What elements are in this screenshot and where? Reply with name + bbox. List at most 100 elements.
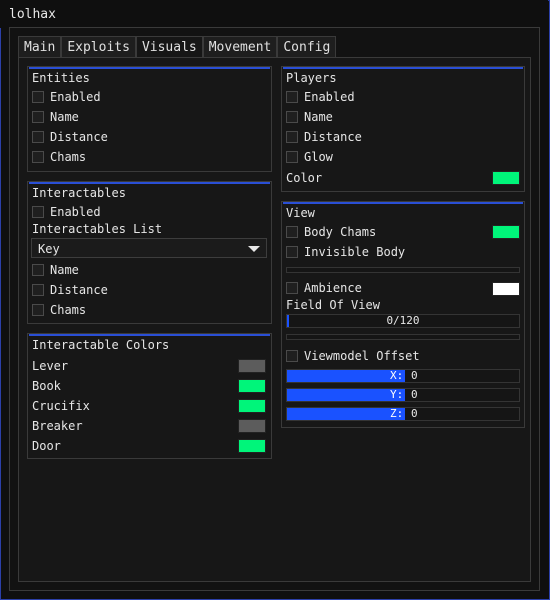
checkbox-box[interactable] [286, 111, 298, 123]
slider-value: 0 [411, 388, 418, 401]
color-label: Crucifix [32, 399, 90, 413]
book-color-swatch[interactable] [238, 379, 266, 393]
entities-enabled-checkbox[interactable]: Enabled [32, 89, 101, 105]
checkbox-label: Glow [304, 150, 333, 164]
interactable-colors-group: Interactable Colors Lever Book Crucifix … [27, 333, 272, 459]
interactables-distance-checkbox[interactable]: Distance [32, 282, 108, 298]
interactables-list-dropdown[interactable]: Key [31, 238, 267, 258]
checkbox-label: Distance [304, 130, 362, 144]
lever-color-swatch[interactable] [238, 359, 266, 373]
checkbox-label: Enabled [304, 90, 355, 104]
checkbox-box[interactable] [32, 131, 44, 143]
checkbox-label: Enabled [50, 90, 101, 104]
slider-value: 0 [411, 407, 418, 420]
body-chams-checkbox[interactable]: Body Chams [286, 224, 376, 240]
color-row-lever: Lever [32, 358, 68, 374]
checkbox-box[interactable] [286, 282, 298, 294]
ambience-color-swatch[interactable] [492, 282, 520, 296]
entities-name-checkbox[interactable]: Name [32, 109, 79, 125]
body-chams-color-swatch[interactable] [492, 225, 520, 239]
interactables-name-checkbox[interactable]: Name [32, 262, 79, 278]
players-enabled-checkbox[interactable]: Enabled [286, 89, 355, 105]
checkbox-label: Name [304, 110, 333, 124]
checkbox-label: Distance [50, 283, 108, 297]
viewmodel-offset-checkbox[interactable]: Viewmodel Offset [286, 348, 420, 364]
crucifix-color-swatch[interactable] [238, 399, 266, 413]
checkbox-box[interactable] [32, 206, 44, 218]
checkbox-box[interactable] [32, 264, 44, 276]
view-separator-slider-2[interactable] [286, 334, 520, 340]
fov-label-row: Field Of View [286, 297, 380, 313]
checkbox-box[interactable] [32, 284, 44, 296]
tab-main[interactable]: Main [18, 36, 62, 58]
group-accent-bar [29, 334, 270, 336]
color-label: Color [286, 171, 323, 185]
color-label: Book [32, 379, 61, 393]
checkbox-label: Enabled [50, 205, 101, 219]
tab-exploits[interactable]: Exploits [61, 36, 136, 58]
color-row-door: Door [32, 438, 61, 454]
checkbox-box[interactable] [286, 350, 298, 362]
players-glow-checkbox[interactable]: Glow [286, 149, 333, 165]
group-accent-bar [29, 182, 270, 184]
offset-z-slider[interactable]: Z: 0 [286, 407, 520, 421]
interactables-enabled-checkbox[interactable]: Enabled [32, 204, 101, 220]
group-accent-bar [283, 202, 523, 204]
slider-fill [287, 370, 405, 382]
fov-slider[interactable]: 0/120 [286, 314, 520, 328]
dropdown-value: Key [38, 242, 60, 256]
slider-value: 0/120 [386, 314, 420, 327]
offset-y-slider[interactable]: Y: 0 [286, 388, 520, 402]
players-color-swatch[interactable] [492, 171, 520, 185]
tab-visuals[interactable]: Visuals [135, 36, 203, 58]
players-name-checkbox[interactable]: Name [286, 109, 333, 125]
players-color-row: Color [286, 170, 322, 186]
slider-fill [287, 389, 405, 401]
axis-label: Y: [390, 388, 404, 401]
tab-movement[interactable]: Movement [202, 36, 278, 58]
axis-label: X: [390, 369, 404, 382]
tab-bar: Main Exploits Visuals Movement Config [18, 36, 337, 58]
group-title: Interactable Colors [32, 338, 170, 352]
invisible-body-checkbox[interactable]: Invisible Body [286, 244, 405, 260]
group-accent-bar [283, 67, 523, 69]
tab-config[interactable]: Config [277, 36, 337, 58]
color-label: Door [32, 439, 61, 453]
ambience-checkbox[interactable]: Ambience [286, 280, 362, 296]
checkbox-label: Name [50, 263, 79, 277]
chevron-down-icon[interactable] [248, 246, 260, 252]
group-accent-bar [29, 67, 270, 69]
view-separator-slider[interactable] [286, 267, 520, 273]
interactables-list-label-row: Interactables List [32, 221, 162, 237]
checkbox-box[interactable] [32, 151, 44, 163]
checkbox-box[interactable] [286, 151, 298, 163]
checkbox-box[interactable] [286, 91, 298, 103]
checkbox-box[interactable] [286, 226, 298, 238]
checkbox-box[interactable] [32, 304, 44, 316]
entities-chams-checkbox[interactable]: Chams [32, 149, 86, 165]
checkbox-label: Viewmodel Offset [304, 349, 420, 363]
entities-group: Entities Enabled Name Distance Chams [27, 66, 272, 172]
door-color-swatch[interactable] [238, 439, 266, 453]
entities-distance-checkbox[interactable]: Distance [32, 129, 108, 145]
color-row-crucifix: Crucifix [32, 398, 90, 414]
checkbox-box[interactable] [32, 111, 44, 123]
color-row-book: Book [32, 378, 61, 394]
group-title: Entities [32, 71, 90, 85]
color-label: Breaker [32, 419, 83, 433]
players-distance-checkbox[interactable]: Distance [286, 129, 362, 145]
title-bar[interactable]: lolhax [0, 0, 548, 28]
interactables-chams-checkbox[interactable]: Chams [32, 302, 86, 318]
color-row-breaker: Breaker [32, 418, 83, 434]
checkbox-box[interactable] [286, 246, 298, 258]
axis-label: Z: [390, 407, 404, 420]
checkbox-label: Invisible Body [304, 245, 406, 259]
color-label: Lever [32, 359, 69, 373]
group-title: Players [286, 71, 337, 85]
group-title: View [286, 206, 315, 220]
checkbox-box[interactable] [32, 91, 44, 103]
breaker-color-swatch[interactable] [238, 419, 266, 433]
checkbox-box[interactable] [286, 131, 298, 143]
checkbox-label: Chams [50, 150, 87, 164]
offset-x-slider[interactable]: X: 0 [286, 369, 520, 383]
